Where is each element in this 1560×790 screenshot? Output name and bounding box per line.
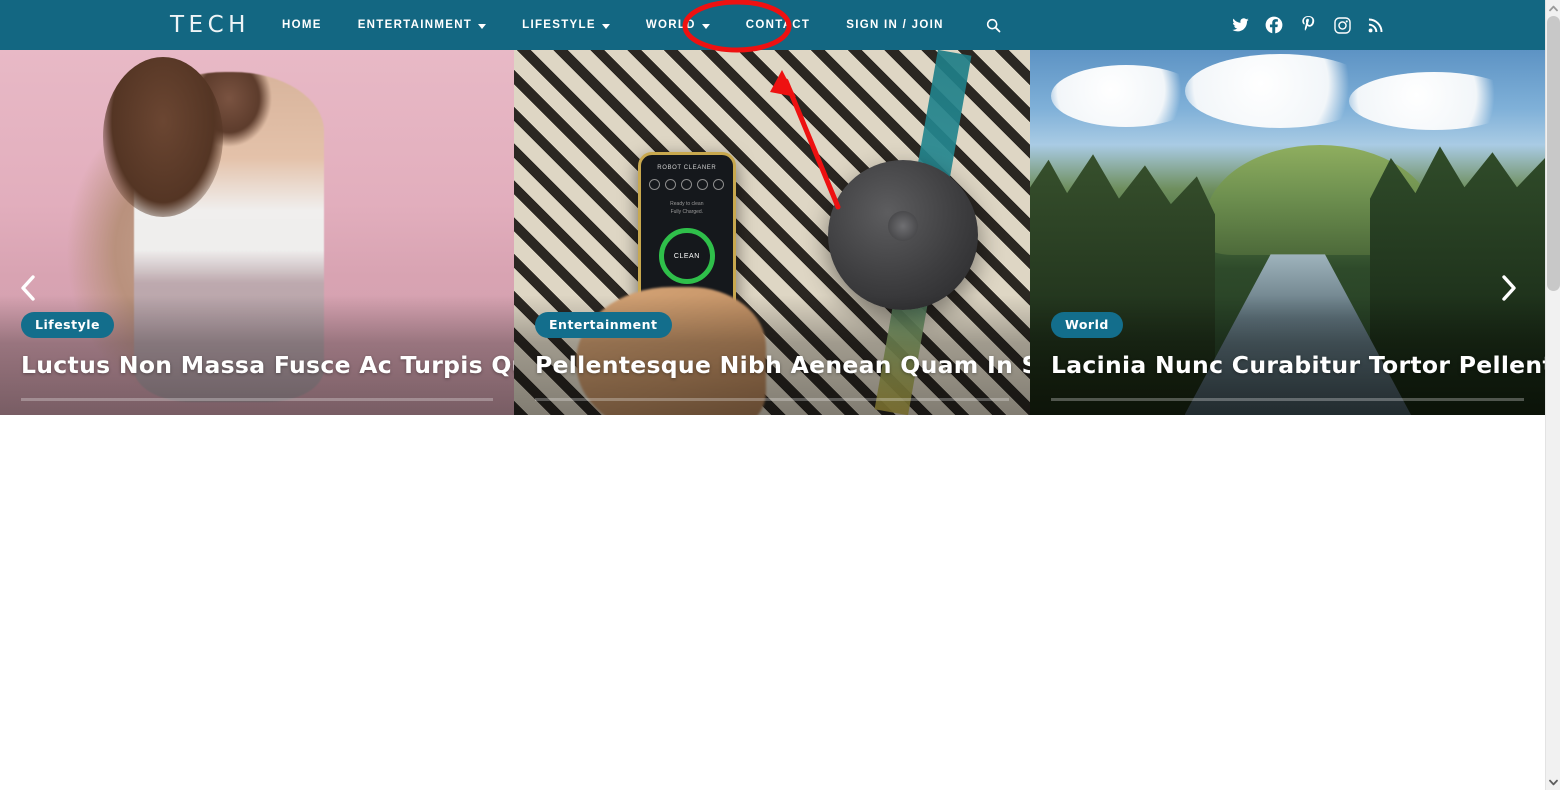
hero-slide-1-title[interactable]: Luctus Non Massa Fusce Ac Turpis Quis	[21, 351, 514, 379]
social-link-twitter[interactable]	[1231, 16, 1249, 34]
page-scrollbar[interactable]	[1545, 0, 1560, 790]
social-link-instagram[interactable]	[1333, 16, 1351, 34]
main-navigation: HOME ENTERTAINMENT LIFESTYLE WORLD CONTA…	[264, 0, 1015, 50]
facebook-icon	[1265, 16, 1283, 34]
nav-label: CONTACT	[745, 19, 811, 31]
twitter-icon	[1231, 17, 1249, 31]
pinterest-icon	[1301, 16, 1314, 31]
page-viewport: TECH HOME ENTERTAINMENT LIFESTYLE WORLD	[0, 0, 1545, 790]
scrollbar-up-button[interactable]	[1546, 0, 1560, 16]
nav-item-lifestyle[interactable]: LIFESTYLE	[504, 0, 628, 50]
chevron-down-icon	[601, 23, 610, 29]
nav-label: WORLD	[645, 19, 696, 31]
hero-slide-3-caption: World Lacinia Nunc Curabitur Tortor Pell…	[1051, 312, 1545, 379]
hero-slide-2-divider	[535, 398, 1009, 401]
scroll-down-icon	[1549, 779, 1558, 785]
hero-slider: Lifestyle Luctus Non Massa Fusce Ac Turp…	[0, 50, 1545, 415]
hero-slide-1-caption: Lifestyle Luctus Non Massa Fusce Ac Turp…	[21, 312, 514, 379]
social-links	[1231, 0, 1385, 50]
search-icon	[986, 18, 1001, 32]
scroll-up-icon	[1549, 5, 1558, 11]
hero-slide-1-divider	[21, 398, 493, 401]
chevron-down-icon	[701, 23, 710, 29]
hero-slide-1[interactable]: Lifestyle Luctus Non Massa Fusce Ac Turp…	[0, 50, 514, 415]
browser-page: TECH HOME ENTERTAINMENT LIFESTYLE WORLD	[0, 0, 1560, 790]
scrollbar-down-button[interactable]	[1546, 774, 1560, 790]
nav-item-contact[interactable]: CONTACT	[728, 0, 828, 50]
hero-slide-3[interactable]: World Lacinia Nunc Curabitur Tortor Pell…	[1030, 50, 1545, 415]
site-logo[interactable]: TECH	[170, 11, 250, 39]
nav-label: HOME	[282, 19, 322, 31]
hero-slide-3-divider	[1051, 398, 1524, 401]
social-link-facebook[interactable]	[1265, 16, 1283, 34]
chevron-right-icon	[1502, 275, 1516, 301]
hero-slide-2-title[interactable]: Pellentesque Nibh Aenean Quam In Sceleri…	[535, 351, 1030, 379]
scrollbar-thumb[interactable]	[1547, 16, 1560, 291]
search-button[interactable]	[962, 18, 1015, 33]
hero-slide-2[interactable]: ROBOT CLEANER Ready to clean Fully Charge…	[514, 50, 1030, 415]
hero-slide-3-title[interactable]: Lacinia Nunc Curabitur Tortor Pellentesq…	[1051, 351, 1545, 379]
rss-icon	[1368, 18, 1383, 33]
hero-slide-2-caption: Entertainment Pellentesque Nibh Aenean Q…	[535, 312, 1030, 379]
chevron-down-icon	[478, 23, 487, 29]
hero-slide-2-category[interactable]: Entertainment	[535, 312, 672, 338]
nav-item-world[interactable]: WORLD	[628, 0, 728, 50]
hero-prev-button[interactable]	[8, 268, 48, 308]
nav-label: ENTERTAINMENT	[357, 19, 473, 31]
social-link-pinterest[interactable]	[1299, 16, 1317, 34]
instagram-icon	[1333, 16, 1351, 34]
hero-next-button[interactable]	[1489, 268, 1529, 308]
nav-item-home[interactable]: HOME	[264, 0, 340, 50]
site-header: TECH HOME ENTERTAINMENT LIFESTYLE WORLD	[0, 0, 1545, 50]
hero-slide-3-category[interactable]: World	[1051, 312, 1123, 338]
nav-label: SIGN IN / JOIN	[846, 19, 944, 31]
hero-slide-1-category[interactable]: Lifestyle	[21, 312, 114, 338]
nav-label: LIFESTYLE	[522, 19, 596, 31]
chevron-left-icon	[21, 275, 35, 301]
social-link-rss[interactable]	[1367, 16, 1385, 34]
nav-item-sign-in-join[interactable]: SIGN IN / JOIN	[828, 0, 961, 50]
nav-item-entertainment[interactable]: ENTERTAINMENT	[340, 0, 504, 50]
